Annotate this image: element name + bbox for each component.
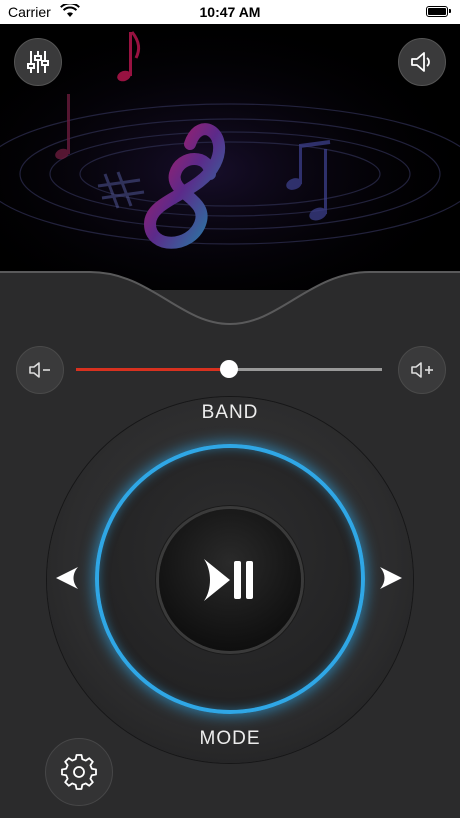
volume-slider[interactable] <box>76 360 382 378</box>
wave-divider <box>0 271 460 332</box>
play-pause-button[interactable] <box>159 509 301 651</box>
volume-slider-fill <box>76 368 229 371</box>
gear-icon <box>61 754 97 790</box>
battery-icon <box>426 6 451 17</box>
previous-button[interactable] <box>54 565 80 591</box>
band-button[interactable]: BAND <box>0 402 460 424</box>
clock: 10:47 AM <box>199 4 261 20</box>
equalizer-icon <box>27 51 49 73</box>
status-bar: Carrier 10:47 AM <box>0 0 460 24</box>
volume-down-button[interactable] <box>16 346 64 394</box>
settings-button[interactable] <box>45 738 113 806</box>
play-pause-icon <box>204 559 253 601</box>
next-button[interactable] <box>378 565 404 591</box>
volume-up-button[interactable] <box>398 346 446 394</box>
volume-down-icon <box>29 362 50 378</box>
speaker-icon <box>411 52 430 72</box>
speaker-button[interactable] <box>398 38 446 86</box>
hero-artwork <box>0 24 460 290</box>
equalizer-button[interactable] <box>14 38 62 86</box>
music-notes-artwork <box>0 24 460 290</box>
arrow-left-icon <box>56 567 78 589</box>
volume-slider-thumb[interactable] <box>220 360 238 378</box>
arrow-right-icon <box>380 567 402 589</box>
volume-up-icon <box>411 362 433 378</box>
